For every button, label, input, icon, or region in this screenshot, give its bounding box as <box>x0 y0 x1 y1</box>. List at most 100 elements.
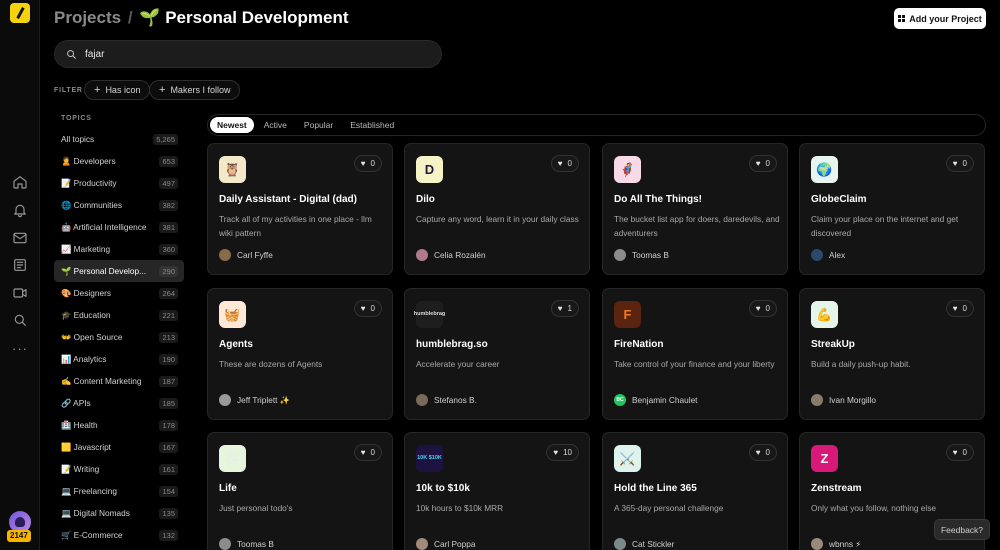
topic-item[interactable]: 👐 Open Source 213 <box>54 326 184 348</box>
project-description: Accelerate your career <box>416 359 500 369</box>
topic-item[interactable]: 📝 Productivity 497 <box>54 172 184 194</box>
avatar-figure <box>15 517 25 527</box>
project-card[interactable]: 🌍 ♥ 0 GlobeClaim Claim your place on the int… <box>799 143 985 275</box>
heart-icon: ♥ <box>360 304 366 313</box>
like-button[interactable]: ♥ 0 <box>748 155 777 172</box>
topic-label: 🙎 Developers <box>61 155 116 166</box>
topic-item[interactable]: 📝 Writing 161 <box>54 458 184 480</box>
search-rail-icon[interactable] <box>11 311 29 329</box>
topic-item[interactable]: 🤖 Artificial Intelligence 381 <box>54 216 184 238</box>
project-maker[interactable]: Stefanos B. <box>416 394 477 406</box>
project-maker[interactable]: Jeff Triplett ✨ <box>219 394 290 406</box>
sprout-icon: 🌱 <box>139 8 161 27</box>
like-button[interactable]: ♥ 0 <box>945 300 974 317</box>
project-maker[interactable]: wbnns ⚡ <box>811 538 861 550</box>
mail-icon[interactable] <box>11 229 29 247</box>
topic-item[interactable]: ✍️ Content Marketing 187 <box>54 370 184 392</box>
project-icon: 🦉 <box>219 156 246 183</box>
topic-item[interactable]: 🏥 Health 178 <box>54 414 184 436</box>
like-button[interactable]: ♥ 0 <box>748 300 777 317</box>
project-name: FireNation <box>614 339 664 350</box>
project-maker[interactable]: Celia Rozalén <box>416 249 486 261</box>
project-maker[interactable]: Carl Poppa <box>416 538 476 550</box>
project-description: Only what you follow, nothing else <box>811 503 936 513</box>
tab-newest[interactable]: Newest <box>210 117 254 133</box>
home-icon[interactable] <box>11 173 29 191</box>
filter-chip-makers-i-follow[interactable]: + Makers I follow <box>149 80 241 100</box>
project-maker[interactable]: Toomas B <box>614 249 669 261</box>
like-button[interactable]: ♥ 0 <box>945 155 974 172</box>
heart-icon: ♥ <box>557 304 563 313</box>
project-name: Zenstream <box>811 483 862 494</box>
project-icon: ⚔️ <box>614 445 641 472</box>
project-card[interactable]: 10K $10K ♥ 10 10k to $10k 10k hours to $10k … <box>404 432 590 550</box>
topic-item[interactable]: 🔗 APIs 185 <box>54 392 184 414</box>
topic-label: 🔗 APIs <box>61 397 91 408</box>
bell-icon[interactable] <box>11 201 29 219</box>
topic-count: 154 <box>159 485 178 497</box>
add-project-label: Add your Project <box>909 13 982 24</box>
topic-item[interactable]: 🌐 Communities 382 <box>54 194 184 216</box>
topic-item[interactable]: 📊 Analytics 190 <box>54 348 184 370</box>
topic-item[interactable]: 📈 Marketing 360 <box>54 238 184 260</box>
topic-item[interactable]: All topics 5,265 <box>54 128 184 150</box>
topic-item[interactable]: 🛒 E-Commerce 132 <box>54 524 184 546</box>
like-button[interactable]: ♥ 0 <box>353 155 382 172</box>
topic-item[interactable]: 🟨 Javascript 167 <box>54 436 184 458</box>
heart-icon: ♥ <box>755 448 761 457</box>
topic-label: 🎨 Designers <box>61 287 111 298</box>
topic-item[interactable]: 🙎 Developers 653 <box>54 150 184 172</box>
project-maker[interactable]: Cat Stickler <box>614 538 674 550</box>
topic-item[interactable]: 🌱 Personal Develop... 290 <box>54 260 184 282</box>
video-icon[interactable] <box>11 284 29 302</box>
feedback-button[interactable]: Feedback? <box>934 519 990 540</box>
project-card[interactable]: F ♥ 0 FireNation Take control of your financ… <box>602 288 788 420</box>
like-button[interactable]: ♥ 10 <box>546 444 579 461</box>
newspaper-icon[interactable] <box>11 256 29 274</box>
project-card[interactable]: humblebrag ♥ 1 humblebrag.so Accelerate your… <box>404 288 590 420</box>
topic-item[interactable]: 🎨 Designers 264 <box>54 282 184 304</box>
project-maker[interactable]: BC Benjamin Chaulet <box>614 394 698 406</box>
tab-active[interactable]: Active <box>257 117 294 133</box>
project-card[interactable]: 💪 ♥ 0 StreakUp Build a daily push-up habit. I… <box>799 288 985 420</box>
project-card[interactable]: ⚔️ ♥ 0 Hold the Line 365 A 365-day personal … <box>602 432 788 550</box>
maker-avatar <box>811 249 823 261</box>
app-logo[interactable] <box>10 3 30 23</box>
breadcrumb-projects[interactable]: Projects <box>54 8 121 27</box>
project-maker[interactable]: Toomas B <box>219 538 274 550</box>
breadcrumb: Projects / 🌱 Personal Development <box>54 8 348 28</box>
heart-icon: ♥ <box>360 448 366 457</box>
project-maker[interactable]: Alex <box>811 249 845 261</box>
like-button[interactable]: ♥ 0 <box>550 155 579 172</box>
like-button[interactable]: ♥ 0 <box>353 444 382 461</box>
project-card[interactable]: 🧺 ♥ 0 Agents These are dozens of Agents Jeff … <box>207 288 393 420</box>
project-maker[interactable]: Carl Fyffe <box>219 249 273 261</box>
like-button[interactable]: ♥ 0 <box>748 444 777 461</box>
tab-established[interactable]: Established <box>343 117 401 133</box>
like-button[interactable]: ♥ 1 <box>550 300 579 317</box>
project-maker[interactable]: Ivan Morgillo <box>811 394 876 406</box>
tab-popular[interactable]: Popular <box>297 117 340 133</box>
maker-name: Ivan Morgillo <box>829 395 877 405</box>
project-name: Agents <box>219 339 253 350</box>
project-name: Daily Assistant - Digital (dad) <box>219 194 357 205</box>
project-description: Claim your place on the internet and get… <box>811 214 959 238</box>
more-icon[interactable]: ··· <box>11 339 29 357</box>
heart-icon: ♥ <box>952 159 958 168</box>
project-card[interactable]: 🦉 ♥ 0 Daily Assistant - Digital (dad) Track … <box>207 143 393 275</box>
topic-item[interactable]: 💻 Digital Nomads 135 <box>54 502 184 524</box>
search-bar[interactable] <box>54 40 442 68</box>
project-card[interactable]: 😘 ♥ 0 Life Just personal todo's Toomas B <box>207 432 393 550</box>
add-project-button[interactable]: Add your Project <box>894 8 986 29</box>
topic-item[interactable]: 🎓 Education 221 <box>54 304 184 326</box>
filter-chip-has-icon[interactable]: + Has icon <box>84 80 151 100</box>
filter-label: FILTER <box>54 87 83 94</box>
project-card[interactable]: 🦸 ♥ 0 Do All The Things! The bucket list app… <box>602 143 788 275</box>
like-button[interactable]: ♥ 0 <box>945 444 974 461</box>
topic-label: 🎓 Education <box>61 309 111 320</box>
search-input[interactable] <box>85 48 405 60</box>
like-button[interactable]: ♥ 0 <box>353 300 382 317</box>
project-card[interactable]: D ♥ 0 Dilo Capture any word, learn it in you… <box>404 143 590 275</box>
topic-item[interactable]: 💻 Freelancing 154 <box>54 480 184 502</box>
topic-label: 🤖 Artificial Intelligence <box>61 221 147 232</box>
